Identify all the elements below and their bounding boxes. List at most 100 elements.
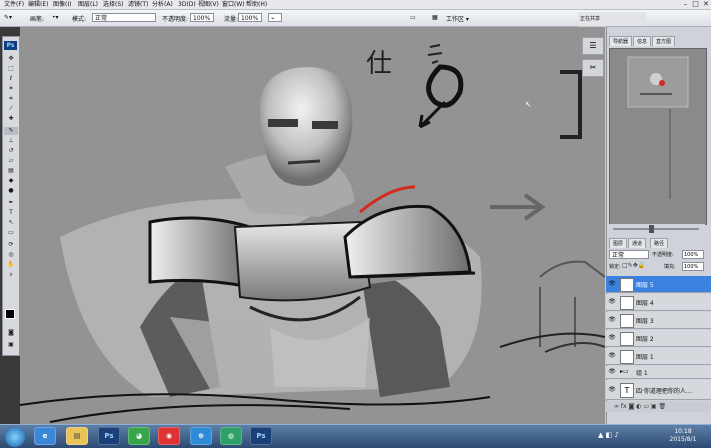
- foreground-color-swatch[interactable]: [5, 309, 15, 319]
- minimize-button[interactable]: –: [681, 0, 690, 9]
- visibility-eye-icon[interactable]: 👁: [608, 368, 616, 376]
- healing-tool-icon[interactable]: ✚: [4, 115, 18, 123]
- layer-group-row[interactable]: 👁 ▸▭ 组 1: [606, 366, 711, 379]
- start-button[interactable]: [5, 427, 25, 447]
- workspace-menu[interactable]: 工作区 ▾: [446, 14, 469, 23]
- flow-field[interactable]: 100%: [238, 13, 262, 22]
- dodge-tool-icon[interactable]: ●: [4, 187, 18, 195]
- 3d-rotate-tool-icon[interactable]: ⟳: [4, 241, 18, 249]
- menu-filter[interactable]: 滤镜(T): [128, 0, 148, 9]
- 3d-orbit-tool-icon[interactable]: ◎: [4, 251, 18, 259]
- visibility-eye-icon[interactable]: 👁: [608, 298, 616, 306]
- brush-label: 画笔:: [30, 16, 45, 23]
- menu-view[interactable]: 视图(V): [198, 0, 219, 9]
- taskbar-explorer-icon[interactable]: ▤: [66, 427, 88, 445]
- tab-layers[interactable]: 图层: [609, 238, 628, 248]
- marquee-tool-icon[interactable]: ⬚: [4, 65, 18, 73]
- visibility-eye-icon[interactable]: 👁: [608, 316, 616, 324]
- pen-tool-icon[interactable]: ✒: [4, 199, 18, 207]
- taskbar-photoshop-icon[interactable]: Ps: [98, 427, 120, 445]
- move-tool-icon[interactable]: ✥: [4, 55, 18, 63]
- hand-tool-icon[interactable]: ✋: [4, 261, 18, 269]
- layer-opacity-field[interactable]: 100%: [682, 250, 704, 259]
- wand-tool-icon[interactable]: ✶: [4, 85, 18, 93]
- arrange-icon[interactable]: ▦: [432, 14, 438, 21]
- zoom-slider-thumb[interactable]: [649, 225, 654, 233]
- tab-histogram[interactable]: 直方图: [652, 36, 676, 46]
- mode-select[interactable]: 正常: [92, 13, 156, 22]
- layer-row-2[interactable]: 👁 图层 2: [606, 330, 711, 347]
- layer-text-row[interactable]: 👁 T 四·你道理把你的人…: [606, 380, 711, 400]
- menu-analysis[interactable]: 分析(A): [152, 0, 173, 9]
- mode-label: 模式:: [72, 16, 87, 23]
- visibility-eye-icon[interactable]: 👁: [608, 334, 616, 342]
- type-tool-icon[interactable]: T: [4, 209, 18, 217]
- clock-time: 10:18: [674, 428, 692, 435]
- tab-navigator[interactable]: 导航器: [609, 36, 633, 46]
- visibility-eye-icon[interactable]: 👁: [608, 386, 616, 394]
- maximize-button[interactable]: □: [691, 0, 700, 9]
- brush-tool-icon[interactable]: ✎▾: [4, 14, 12, 21]
- document-canvas[interactable]: 仕 ↖: [20, 27, 605, 424]
- layer-name: 四·你道理把你的人…: [636, 388, 692, 395]
- menu-image[interactable]: 图像(I): [53, 0, 71, 9]
- opacity-field[interactable]: 100%: [190, 13, 214, 22]
- zoom-tool-icon[interactable]: ⌕: [4, 271, 18, 279]
- lasso-tool-icon[interactable]: ℓ: [4, 75, 18, 83]
- layer-row-5[interactable]: 👁 图层 5: [606, 276, 711, 293]
- brush-tool-icon[interactable]: ✎: [4, 127, 18, 135]
- taskbar-clock[interactable]: 10:18 2015/8/1: [661, 428, 705, 444]
- stamp-tool-icon[interactable]: ⊥: [4, 137, 18, 145]
- menu-layer[interactable]: 图层(L): [78, 0, 98, 9]
- tools-panel-icon[interactable]: ✂: [582, 59, 604, 77]
- gradient-tool-icon[interactable]: ▤: [4, 167, 18, 175]
- tab-info[interactable]: 信息: [633, 36, 652, 46]
- menu-file[interactable]: 文件(F): [4, 0, 24, 9]
- zoom-slider[interactable]: [613, 228, 699, 230]
- taskbar-chrome-icon[interactable]: ◍: [220, 427, 242, 445]
- screen-mode-tool-icon[interactable]: ▣: [4, 341, 18, 349]
- layer-name: 图层 4: [636, 300, 654, 307]
- taskbar-qq-icon[interactable]: ◕: [128, 427, 150, 445]
- fill-field[interactable]: 100%: [682, 262, 704, 271]
- brush-preset-icon[interactable]: •▾: [52, 14, 59, 21]
- history-brush-tool-icon[interactable]: ↺: [4, 147, 18, 155]
- taskbar-browser-icon[interactable]: ⊕: [190, 427, 212, 445]
- layer-row-1[interactable]: 👁 图层 1: [606, 348, 711, 365]
- taskbar-ie-icon[interactable]: e: [34, 427, 56, 445]
- eraser-tool-icon[interactable]: ▱: [4, 157, 18, 165]
- taskbar-media-icon[interactable]: ◉: [158, 427, 180, 445]
- opacity-label: 不透明度:: [162, 16, 189, 23]
- airbrush-toggle-icon[interactable]: ⌁: [268, 13, 282, 22]
- path-select-tool-icon[interactable]: ↖: [4, 219, 18, 227]
- flow-label: 流量:: [224, 16, 239, 23]
- layer-row-3[interactable]: 👁 图层 3: [606, 312, 711, 329]
- quick-mask-icon[interactable]: ◙: [4, 329, 18, 337]
- tab-paths[interactable]: 路径: [650, 238, 669, 248]
- panel-collapse-icon[interactable]: ☰: [582, 37, 604, 55]
- navigator-preview[interactable]: [609, 48, 707, 225]
- menu-select[interactable]: 选择(S): [103, 0, 124, 9]
- menu-edit[interactable]: 编辑(E): [28, 0, 48, 9]
- blur-tool-icon[interactable]: ◆: [4, 177, 18, 185]
- tray-icons[interactable]: ▲ ◧ ♪: [598, 431, 619, 439]
- navigator-zoom-bar: [609, 224, 705, 234]
- screen-mode-icon[interactable]: ▭: [410, 14, 416, 21]
- crop-tool-icon[interactable]: ⌗: [4, 95, 18, 103]
- layer-actions-bar[interactable]: ∞ fx ◙ ◐ ▭ ▣ 🗑: [606, 401, 711, 412]
- visibility-eye-icon[interactable]: 👁: [608, 352, 616, 360]
- menu-3d[interactable]: 3D(D): [178, 0, 196, 9]
- visibility-eye-icon[interactable]: 👁: [608, 280, 616, 288]
- lock-icons[interactable]: □✎✥🔒: [622, 262, 645, 269]
- menu-bar: 文件(F) 编辑(E) 图像(I) 图层(L) 选择(S) 滤镜(T) 分析(A…: [0, 0, 711, 10]
- blend-mode-select[interactable]: 正常: [609, 250, 649, 259]
- layer-row-4[interactable]: 👁 图层 4: [606, 294, 711, 311]
- close-button[interactable]: ✕: [701, 0, 711, 9]
- eyedropper-tool-icon[interactable]: ⁄: [4, 105, 18, 113]
- tab-channels[interactable]: 通道: [628, 238, 647, 248]
- menu-help[interactable]: 帮助(H): [246, 0, 267, 9]
- layer-name: 图层 3: [636, 318, 654, 325]
- shape-tool-icon[interactable]: ▭: [4, 229, 18, 237]
- menu-window[interactable]: 窗口(W): [222, 0, 245, 9]
- taskbar-photoshop2-icon[interactable]: Ps: [250, 427, 272, 445]
